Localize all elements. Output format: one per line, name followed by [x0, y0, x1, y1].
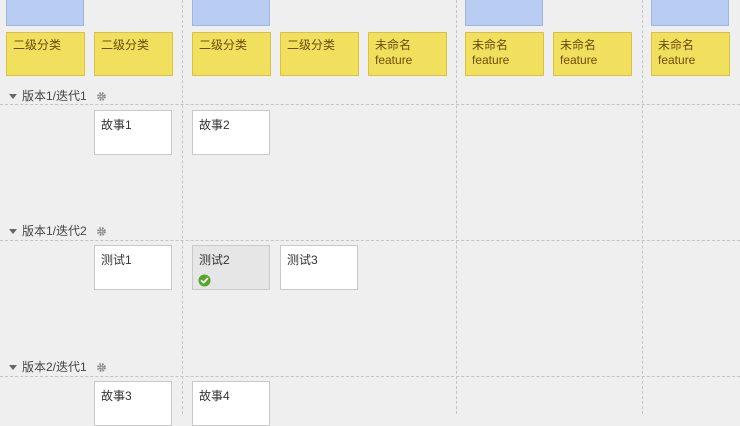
- story-card[interactable]: 故事2: [192, 110, 270, 155]
- story-card-title: 测试2: [199, 253, 230, 267]
- column-divider: [182, 0, 183, 414]
- column-divider: [642, 0, 643, 414]
- level2-category-label: 二级分类: [13, 38, 62, 52]
- release-row-header: 版本1/迭代2: [9, 223, 107, 239]
- level2-category-card[interactable]: 二级分类: [94, 32, 173, 76]
- feature-label-line1: 未命名: [658, 38, 695, 52]
- feature-label-line2: feature: [375, 53, 413, 67]
- epic-card[interactable]: [6, 0, 84, 26]
- story-card[interactable]: 故事3: [94, 381, 172, 426]
- story-card-title: 故事4: [199, 389, 230, 403]
- epic-card[interactable]: [465, 0, 543, 26]
- story-card-title: 故事3: [101, 389, 132, 403]
- story-card-title: 故事2: [199, 118, 230, 132]
- story-card[interactable]: 故事4: [192, 381, 270, 426]
- release-row-label: 版本2/迭代1: [22, 360, 87, 374]
- story-card-title: 故事1: [101, 118, 132, 132]
- level2-category-label: 二级分类: [199, 38, 248, 52]
- story-card[interactable]: 测试1: [94, 245, 172, 290]
- unnamed-feature-card[interactable]: 未命名 feature: [651, 32, 730, 76]
- epic-card[interactable]: [192, 0, 270, 26]
- caret-down-icon[interactable]: [9, 364, 17, 370]
- feature-label-line1: 未命名: [472, 38, 509, 52]
- feature-label-line1: 未命名: [375, 38, 412, 52]
- level2-category-card[interactable]: 二级分类: [6, 32, 85, 76]
- gear-icon[interactable]: [96, 226, 107, 237]
- release-row-header: 版本2/迭代1: [9, 359, 107, 375]
- caret-down-icon[interactable]: [9, 93, 17, 99]
- row-divider: [0, 104, 740, 105]
- level2-category-card[interactable]: 二级分类: [280, 32, 359, 76]
- unnamed-feature-card[interactable]: 未命名 feature: [553, 32, 632, 76]
- epic-card[interactable]: [651, 0, 729, 26]
- unnamed-feature-card[interactable]: 未命名 feature: [465, 32, 544, 76]
- caret-down-icon[interactable]: [9, 228, 17, 234]
- release-row-label: 版本1/迭代1: [22, 89, 87, 103]
- story-card-done[interactable]: 测试2: [192, 245, 270, 290]
- story-card[interactable]: 故事1: [94, 110, 172, 155]
- gear-icon[interactable]: [96, 362, 107, 373]
- release-row-header: 版本1/迭代1: [9, 88, 107, 104]
- feature-label-line2: feature: [472, 53, 510, 67]
- story-card-title: 测试3: [287, 253, 318, 267]
- feature-label-line2: feature: [560, 53, 598, 67]
- feature-label-line1: 未命名: [560, 38, 597, 52]
- story-card[interactable]: 测试3: [280, 245, 358, 290]
- release-row-label: 版本1/迭代2: [22, 224, 87, 238]
- column-divider: [456, 0, 457, 414]
- row-divider: [0, 376, 740, 377]
- level2-category-card[interactable]: 二级分类: [192, 32, 271, 76]
- gear-icon[interactable]: [96, 91, 107, 102]
- level2-category-label: 二级分类: [101, 38, 150, 52]
- story-card-title: 测试1: [101, 253, 132, 267]
- row-divider: [0, 240, 740, 241]
- feature-label-line2: feature: [658, 53, 696, 67]
- level2-category-label: 二级分类: [287, 38, 336, 52]
- check-circle-icon: [198, 274, 211, 290]
- unnamed-feature-card[interactable]: 未命名 feature: [368, 32, 447, 76]
